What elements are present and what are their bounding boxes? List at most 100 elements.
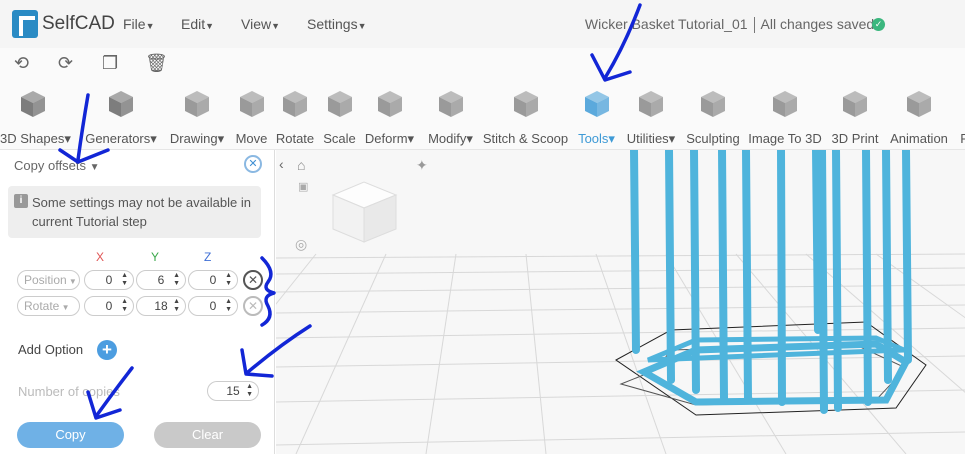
fit-view-icon: ▣ xyxy=(298,181,308,193)
info-icon: i xyxy=(14,194,28,208)
menu-edit[interactable]: Edit▼ xyxy=(181,16,214,32)
tool-label: Stitch & Scoop xyxy=(482,131,569,146)
axis-z-label: Z xyxy=(204,250,212,264)
home-icon: ⌂ xyxy=(297,157,305,173)
tool-move[interactable]: Move xyxy=(233,80,270,150)
tool-tools[interactable]: Tools▾ xyxy=(574,80,619,150)
add-option-plus-icon[interactable]: + xyxy=(97,340,117,360)
caret-down-icon: ▼ xyxy=(205,21,215,31)
menu-settings[interactable]: Settings▼ xyxy=(307,16,367,32)
tool-animation[interactable]: Animation xyxy=(886,80,952,150)
selfcad-app: SelfCAD File▼ Edit▼ View▼ Settings▼ Wick… xyxy=(0,0,965,454)
target-icon: ◎ xyxy=(295,236,307,252)
deform-icon xyxy=(374,88,406,120)
caret-down-icon: ▼ xyxy=(89,162,100,173)
rotate-x-input[interactable]: 0 ▲ ▼ xyxy=(84,296,134,316)
basket-base xyxy=(615,321,927,416)
main-toolbar: 3D Shapes▾ Generators▾ Drawing▾ Move Rotate S… xyxy=(0,80,965,150)
drawing-icon xyxy=(181,88,213,120)
tutorial-notice: i Some settings may not be available in … xyxy=(8,186,261,238)
menu-file[interactable]: File▼ xyxy=(123,16,154,32)
basket-rods xyxy=(630,150,912,414)
rotate-y-input[interactable]: 18 ▲ ▼ xyxy=(136,296,186,316)
check-icon: ✓ xyxy=(872,18,885,31)
tool-label: Move xyxy=(235,131,268,146)
notice-text: Some settings may not be available in cu… xyxy=(32,195,251,229)
remove-position-icon[interactable]: ✕ xyxy=(243,270,263,290)
tool-modify[interactable]: Modify▾ xyxy=(423,80,478,150)
axis-y-label: Y xyxy=(151,250,160,264)
clear-button[interactable]: Clear xyxy=(154,422,261,448)
copy-button[interactable]: Copy xyxy=(17,422,124,448)
animation-icon xyxy=(903,88,935,120)
tool-label: Drawing▾ xyxy=(169,131,225,146)
3d-viewport[interactable]: ⌂ ▣ ◎ ✦ ‹ xyxy=(276,150,965,454)
collapse-panel-icon: ‹ xyxy=(279,156,284,172)
save-status: All changes saved xyxy=(760,16,875,32)
stitch-scoop-icon xyxy=(510,88,542,120)
tool-label: Utilities▾ xyxy=(626,131,676,146)
light-icon: ✦ xyxy=(416,157,428,173)
view-cube xyxy=(331,181,398,243)
rotate-icon xyxy=(279,88,311,120)
tool-label: Deform▾ xyxy=(364,131,415,146)
undo-icon[interactable]: ⟲ xyxy=(14,54,29,72)
position-mode-select[interactable]: Position ▼ xyxy=(17,270,80,290)
tools-icon xyxy=(581,88,613,120)
copy-offsets-panel: Copy offsets ▼ ✕ i Some settings may not… xyxy=(0,150,275,454)
tool-3d-print[interactable]: 3D Print xyxy=(829,80,881,150)
tool-label: Image To 3D xyxy=(748,131,822,146)
delete-icon[interactable]: 🗑 xyxy=(145,54,168,72)
tool-utilities[interactable]: Utilities▾ xyxy=(622,80,680,150)
tool-deform[interactable]: Deform▾ xyxy=(359,80,420,150)
selfcad-logo-icon xyxy=(12,10,38,38)
add-option-label: Add Option xyxy=(18,342,84,357)
panel-title[interactable]: Copy offsets ▼ xyxy=(14,158,100,173)
close-icon[interactable]: ✕ xyxy=(244,155,262,173)
menu-bar: SelfCAD File▼ Edit▼ View▼ Settings▼ Wick… xyxy=(0,0,965,48)
app-name: SelfCAD xyxy=(42,13,115,34)
position-y-input[interactable]: 6 ▲ ▼ xyxy=(136,270,186,290)
logo[interactable]: SelfCAD xyxy=(12,10,115,38)
caret-down-icon: ▼ xyxy=(145,21,155,31)
tool-scale[interactable]: Scale xyxy=(321,80,358,150)
rotate-mode-select[interactable]: Rotate ▼ xyxy=(17,296,80,316)
tool-sculpting[interactable]: Sculpting xyxy=(684,80,742,150)
document-title: Wicker Basket Tutorial_01 xyxy=(584,16,748,32)
menu-view[interactable]: View▼ xyxy=(241,16,280,32)
caret-down-icon: ▼ xyxy=(271,21,281,31)
tool-label: Tools▾ xyxy=(578,131,615,146)
tool-label: 3D Print xyxy=(831,131,879,146)
tool-r[interactable]: R xyxy=(955,80,965,150)
tool-label: Animation xyxy=(890,131,948,146)
rotate-z-input[interactable]: 0 ▲ ▼ xyxy=(188,296,238,316)
3d-print-icon xyxy=(839,88,871,120)
tool-label: Sculpting xyxy=(686,131,740,146)
move-icon xyxy=(236,88,268,120)
tool-label: Rotate xyxy=(275,131,315,146)
tool-label: R xyxy=(960,131,965,146)
tool-rotate[interactable]: Rotate xyxy=(273,80,317,150)
axis-x-label: X xyxy=(96,250,105,264)
position-z-input[interactable]: 0 ▲ ▼ xyxy=(188,270,238,290)
tool-image-to-3d[interactable]: Image To 3D xyxy=(746,80,824,150)
tool-label: Modify▾ xyxy=(428,131,473,146)
copy-icon[interactable]: ❐ xyxy=(102,54,118,72)
redo-icon[interactable]: ⟳ xyxy=(58,54,73,72)
tool-drawing[interactable]: Drawing▾ xyxy=(167,80,227,150)
tool-label: 3D Shapes▾ xyxy=(0,131,71,146)
number-of-copies-input[interactable]: 15 ▲ ▼ xyxy=(207,381,259,401)
remove-rotate-icon[interactable]: ✕ xyxy=(243,296,263,316)
position-x-input[interactable]: 0 ▲ ▼ xyxy=(84,270,134,290)
document-title-area[interactable]: Wicker Basket Tutorial_01 All changes sav… xyxy=(584,16,887,34)
caret-down-icon: ▼ xyxy=(357,21,367,31)
cube-icon xyxy=(17,88,49,120)
utilities-icon xyxy=(635,88,667,120)
tool-3d-shapes[interactable]: 3D Shapes▾ xyxy=(0,80,71,150)
tool-generators[interactable]: Generators▾ xyxy=(82,80,160,150)
tool-stitch-scoop[interactable]: Stitch & Scoop xyxy=(481,80,570,150)
generator-icon xyxy=(105,88,137,120)
quick-bar: ⟲ ⟳ ❐ 🗑 xyxy=(0,48,965,80)
sculpting-icon xyxy=(697,88,729,120)
modify-icon xyxy=(435,88,467,120)
